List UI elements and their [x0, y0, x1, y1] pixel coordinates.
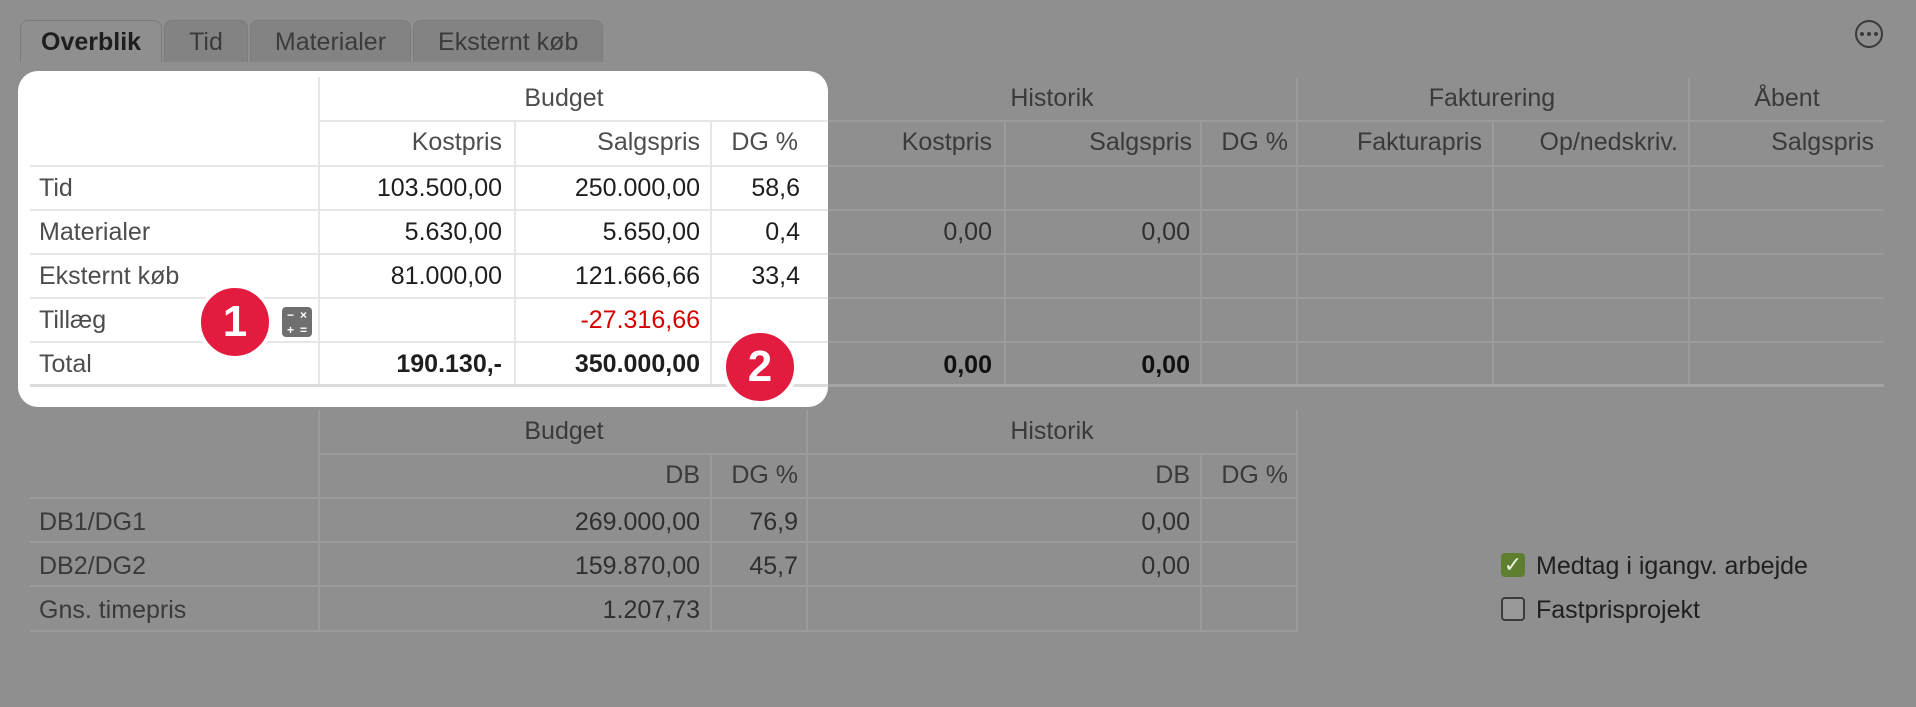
row-label-total: Total — [39, 350, 92, 378]
tab-overblik[interactable]: Overblik — [20, 20, 163, 63]
calculator-icon[interactable]: − × + = — [282, 307, 312, 337]
cell-total-historik-kostpris: 0,00 — [943, 351, 992, 379]
cell-db2-historik-db: 0,00 — [1141, 552, 1190, 580]
group-header-budget: Budget — [524, 84, 604, 112]
col-header-historik-salgspris: Salgspris — [1089, 128, 1192, 156]
col-header-dg: DG % — [731, 128, 798, 156]
cell-tid-dg: 58,6 — [751, 174, 800, 202]
cell-materialer-salgspris: 5.650,00 — [602, 218, 700, 246]
tab-bar: Overblik Tid Materialer Eksternt køb — [20, 20, 604, 63]
tab-eksternt-koeb[interactable]: Eksternt køb — [413, 20, 604, 63]
cell-total-historik-salgspris: 0,00 — [1141, 351, 1190, 379]
row-label-gns-timepris: Gns. timepris — [39, 596, 187, 624]
fastpris-checkbox[interactable] — [1501, 597, 1525, 621]
cell-tillaeg-salgspris: -27.316,66 — [580, 306, 700, 334]
col-header-historik-dg: DG % — [1221, 128, 1288, 156]
highlighted-budget-table: Budget Kostpris Salgspris DG % Tid 103.5… — [18, 71, 828, 407]
bottom-group-header-historik: Historik — [1010, 417, 1094, 445]
project-overview-window: Overblik Tid Materialer Eksternt køb His… — [0, 0, 1916, 707]
col-header-salgspris: Salgspris — [597, 128, 700, 156]
col-header-fakturapris: Fakturapris — [1356, 128, 1482, 156]
fastpris-label[interactable]: Fastprisprojekt — [1536, 596, 1700, 625]
cell-materialer-historik-salgspris: 0,00 — [1141, 218, 1190, 246]
cell-total-kostpris: 190.130,- — [396, 350, 502, 378]
row-label-db1: DB1/DG1 — [39, 508, 146, 536]
row-label-materialer: Materialer — [39, 218, 151, 246]
bottom-col-header-historik-db: DB — [1155, 461, 1190, 489]
medtag-checkbox[interactable]: ✓ — [1501, 553, 1525, 577]
cell-eksternt-kostpris: 81.000,00 — [390, 262, 502, 290]
col-header-aabent-salgspris: Salgspris — [1771, 128, 1874, 156]
cell-materialer-dg: 0,4 — [765, 218, 800, 246]
cell-eksternt-dg: 33,4 — [751, 262, 800, 290]
row-label-tillaeg: Tillæg — [39, 306, 107, 334]
group-header-aabent: Åbent — [1754, 84, 1820, 112]
group-header-historik: Historik — [1010, 84, 1094, 112]
row-label-db2: DB2/DG2 — [39, 552, 146, 580]
cell-total-salgspris: 350.000,00 — [574, 350, 700, 378]
cell-gns-timepris-budget-db: 1.207,73 — [602, 596, 700, 624]
bottom-col-header-budget-dg: DG % — [731, 461, 798, 489]
cell-db1-budget-db: 269.000,00 — [574, 508, 700, 536]
tab-materialer[interactable]: Materialer — [249, 20, 412, 63]
col-header-kostpris: Kostpris — [411, 128, 502, 156]
bottom-col-header-historik-dg: DG % — [1221, 461, 1288, 489]
col-header-op-nedskriv: Op/nedskriv. — [1539, 128, 1678, 156]
cell-db1-budget-dg: 76,9 — [749, 508, 798, 536]
cell-materialer-historik-kostpris: 0,00 — [943, 218, 992, 246]
row-label-tid: Tid — [39, 174, 73, 202]
callout-badge-1: 1 — [197, 284, 273, 360]
cell-db2-budget-db: 159.870,00 — [574, 552, 700, 580]
medtag-label[interactable]: Medtag i igangv. arbejde — [1536, 552, 1808, 581]
bottom-group-header-budget: Budget — [524, 417, 604, 445]
cell-tid-salgspris: 250.000,00 — [574, 174, 700, 202]
cell-db2-budget-dg: 45,7 — [749, 552, 798, 580]
tab-tid[interactable]: Tid — [164, 20, 248, 63]
cell-tid-kostpris: 103.500,00 — [376, 174, 502, 202]
row-label-eksternt-koeb: Eksternt køb — [39, 262, 180, 290]
bottom-col-header-budget-db: DB — [665, 461, 700, 489]
col-header-historik-kostpris: Kostpris — [901, 128, 992, 156]
group-header-fakturering: Fakturering — [1428, 84, 1556, 112]
more-options-icon[interactable] — [1855, 20, 1883, 48]
cell-eksternt-salgspris: 121.666,66 — [574, 262, 700, 290]
cell-db1-historik-db: 0,00 — [1141, 508, 1190, 536]
callout-badge-2: 2 — [722, 329, 798, 405]
cell-materialer-kostpris: 5.630,00 — [404, 218, 502, 246]
